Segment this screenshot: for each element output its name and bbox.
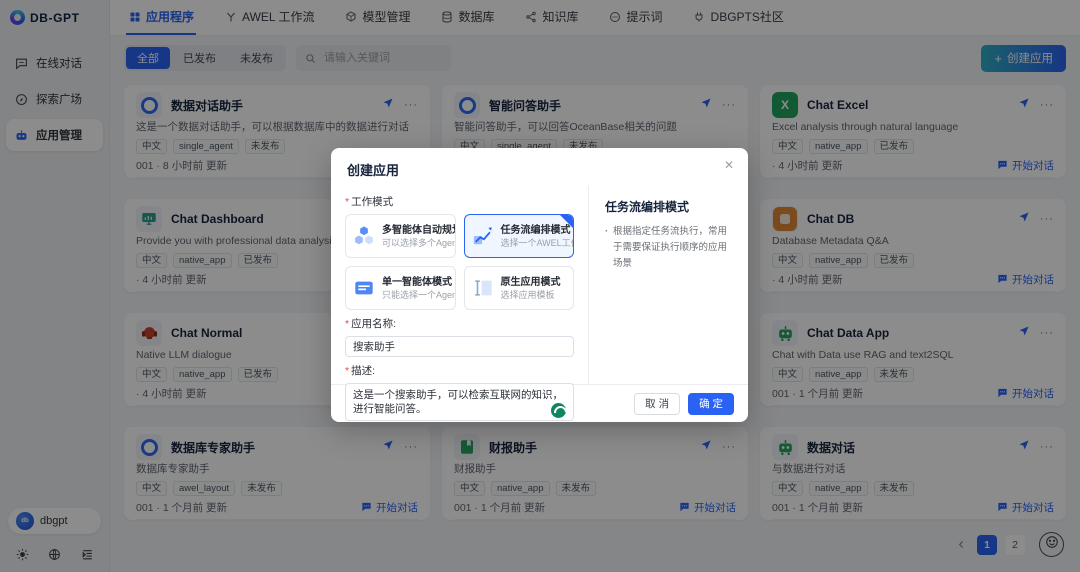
close-icon[interactable]: ✕ — [724, 159, 734, 171]
mode-card-single-agent[interactable]: 单一智能体模式 只能选择一个Agent — [345, 266, 456, 310]
mode-subtitle: 选择一个AWEL工作流 — [501, 237, 567, 249]
grammarly-icon[interactable] — [551, 403, 566, 418]
modal-title: 创建应用 — [347, 163, 399, 178]
mode-card-task-flow-orchestration[interactable]: 任务流编排模式 选择一个AWEL工作流 — [464, 214, 575, 258]
mode-title: 单一智能体模式 — [382, 276, 448, 289]
app-root: DB-GPT 在线对话 探索广场 应用管理 db dbgpt 应用程序 AWEL… — [0, 0, 1080, 572]
required-mark: * — [345, 318, 349, 330]
create-app-modal: 创建应用 ✕ *工作模式 多智能体自动规划模式 可以选择多个Agent 任务流编… — [331, 148, 748, 422]
template-cursor-icon — [472, 277, 494, 299]
mode-title: 多智能体自动规划模式 — [382, 224, 448, 237]
mode-detail-title: 任务流编排模式 — [605, 198, 734, 215]
hexagons-icon — [353, 225, 375, 247]
description-label: *描述: — [345, 363, 574, 378]
description-textarea[interactable]: 这是一个搜索助手，可以检索互联网的知识，进行智能问答。 — [345, 383, 574, 421]
mode-detail-description: 根据指定任务流执行，常用于需要保证执行顺序的应用场景 — [605, 224, 734, 272]
agent-doc-icon — [353, 277, 375, 299]
confirm-button[interactable]: 确 定 — [688, 393, 734, 415]
mode-card-multi-agent-auto-plan[interactable]: 多智能体自动规划模式 可以选择多个Agent — [345, 214, 456, 258]
mode-subtitle: 可以选择多个Agent — [382, 237, 448, 249]
work-mode-label: *工作模式 — [345, 194, 574, 209]
mode-title: 任务流编排模式 — [501, 224, 567, 237]
mode-card-native-app[interactable]: 原生应用模式 选择应用模板 — [464, 266, 575, 310]
cancel-button[interactable]: 取 消 — [634, 393, 680, 415]
mode-subtitle: 只能选择一个Agent — [382, 289, 448, 301]
app-name-label: *应用名称: — [345, 316, 574, 331]
required-mark: * — [345, 365, 349, 377]
app-name-input[interactable] — [345, 336, 574, 357]
mode-title: 原生应用模式 — [501, 276, 561, 289]
flow-chart-icon — [472, 225, 494, 247]
mode-subtitle: 选择应用模板 — [501, 289, 561, 301]
work-mode-options: 多智能体自动规划模式 可以选择多个Agent 任务流编排模式 选择一个AWEL工… — [345, 214, 574, 310]
required-mark: * — [345, 196, 349, 208]
